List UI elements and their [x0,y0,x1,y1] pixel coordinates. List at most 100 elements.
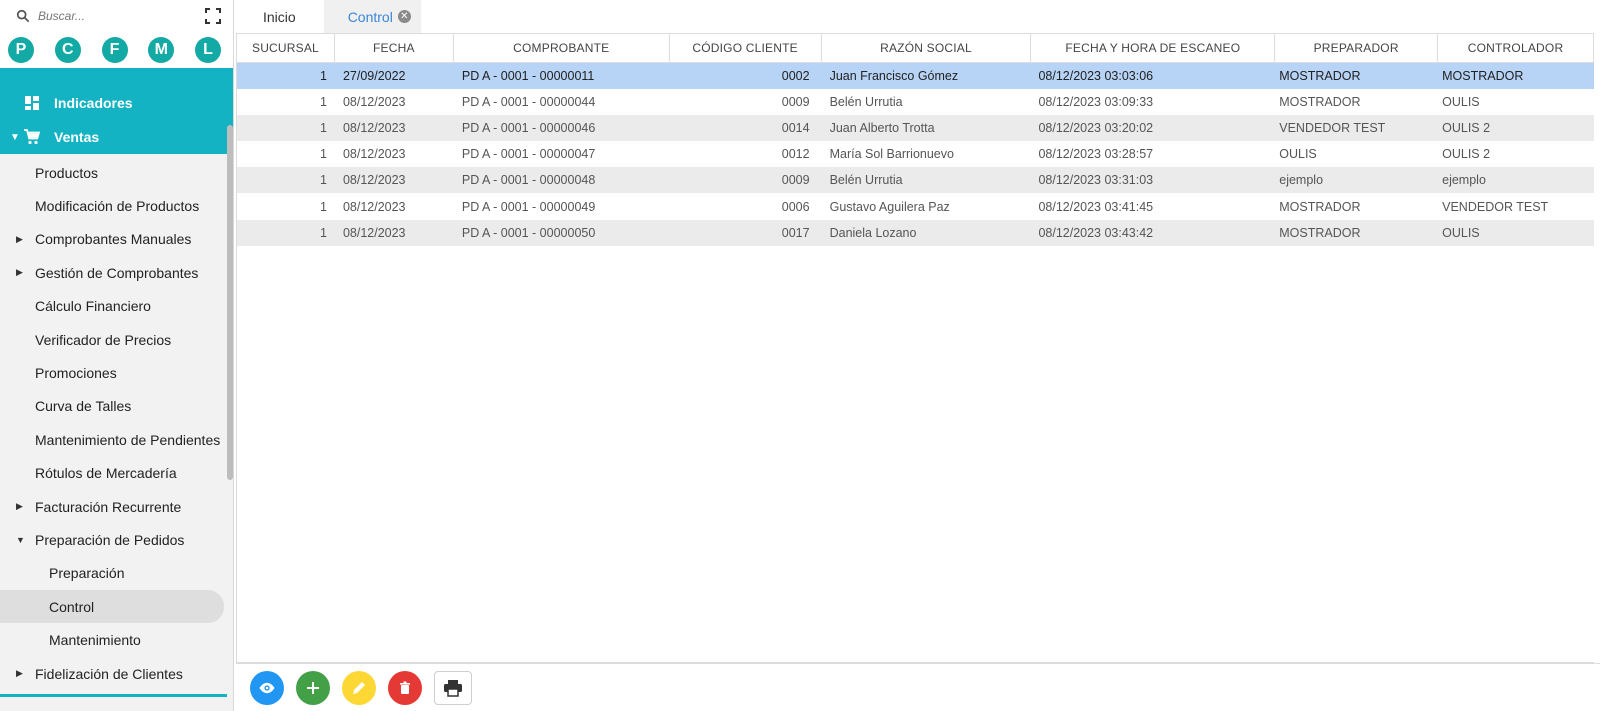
edit-button[interactable] [342,670,376,705]
tab-control[interactable]: Control ✕ [323,0,421,33]
table-row[interactable]: 1 08/12/2023 PD A - 0001 - 00000044 0009… [237,89,1594,116]
table-row[interactable]: 1 08/12/2023 PD A - 0001 - 00000050 0017… [237,219,1594,246]
column-header-preparador[interactable]: PREPARADOR [1275,34,1439,62]
cell-comprobante: PD A - 0001 - 00000049 [461,199,596,214]
sidebar-item-comprobantes-manuales[interactable]: ▶ Comprobantes Manuales [0,223,233,256]
dashboard-icon [25,96,39,110]
sidebar-item-label: Verificador de Precios [35,331,172,348]
cell-controlador: OULIS [1442,225,1480,240]
cell-codigo-cliente: 0012 [781,147,810,162]
cell-fecha: 08/12/2023 [342,95,406,110]
sidebar-item-calculo-financiero[interactable]: Cálculo Financiero [0,290,233,323]
sidebar-item-label: Ventas [54,129,100,145]
search-input[interactable] [38,9,188,23]
sidebar-item-label: Gestión de Comprobantes [35,264,199,281]
sidebar-item-mantenimiento[interactable]: Mantenimiento [0,623,233,656]
cell-comprobante: PD A - 0001 - 00000046 [461,121,596,136]
sidebar-item-preparacion[interactable]: Preparación [0,557,233,590]
sidebar-item-promociones[interactable]: Promociones [0,356,233,389]
avatar-p[interactable]: P [8,37,34,63]
sidebar-item-mantenimiento-pendientes[interactable]: Mantenimiento de Pendientes [0,423,233,456]
cell-preparador: OULIS [1279,147,1317,162]
cell-fecha-hora-escaneo: 08/12/2023 03:31:03 [1038,173,1154,188]
sidebar-main-section: Indicadores ▼ Ventas [0,68,233,154]
column-header-razon-social[interactable]: RAZÓN SOCIAL [822,34,1032,62]
sidebar-item-label: Indicadores [54,95,133,111]
cart-icon [24,129,40,145]
sidebar-item-label: Fidelización de Clientes [35,665,183,682]
print-button[interactable] [434,670,472,705]
avatar-f[interactable]: F [101,37,128,63]
view-button[interactable] [250,670,284,705]
sidebar-item-label: Rótulos de Mercadería [35,465,177,482]
eye-icon [259,682,275,693]
sidebar-item-rotulos-mercaderia[interactable]: Rótulos de Mercadería [0,457,233,490]
delete-button[interactable] [388,670,422,705]
avatar-m[interactable]: M [148,37,175,63]
sidebar-menu: Productos Modificación de Productos ▶ Com… [0,154,233,690]
column-header-codigo-cliente[interactable]: CÓDIGO CLIENTE [670,34,822,62]
column-header-fecha-hora-escaneo[interactable]: FECHA Y HORA DE ESCANEO [1031,34,1276,62]
tab-bar: Inicio Control ✕ [235,0,421,33]
tab-label: Inicio [263,8,296,25]
sidebar-accent-line [0,694,227,697]
chevron-right-icon: ▶ [16,501,23,512]
cell-controlador: OULIS 2 [1442,147,1491,162]
table-row[interactable]: 1 08/12/2023 PD A - 0001 - 00000048 0009… [237,167,1594,194]
sidebar-item-label: Control [49,598,95,615]
chevron-down-icon: ▼ [10,131,20,143]
chevron-right-icon: ▶ [16,668,23,679]
cell-preparador: MOSTRADOR [1279,225,1361,240]
sidebar-item-label: Productos [35,164,99,181]
cell-fecha: 08/12/2023 [342,225,406,240]
sidebar-item-label: Mantenimiento [49,632,141,649]
cell-controlador: OULIS [1442,95,1480,110]
sidebar-item-facturacion-recurrente[interactable]: ▶ Facturación Recurrente [0,490,233,523]
sidebar-item-label: Cálculo Financiero [35,298,151,315]
sidebar-scrollbar[interactable] [227,125,233,480]
cell-codigo-cliente: 0009 [781,173,810,188]
column-header-comprobante[interactable]: COMPROBANTE [454,34,670,62]
cell-razon-social: Daniela Lozano [829,225,917,240]
sidebar-item-fidelizacion-clientes[interactable]: ▶ Fidelización de Clientes [0,657,233,690]
cell-fecha-hora-escaneo: 08/12/2023 03:41:45 [1038,199,1154,214]
sidebar-item-label: Promociones [35,365,117,382]
cell-fecha-hora-escaneo: 08/12/2023 03:03:06 [1038,69,1154,84]
avatar-c[interactable]: C [54,37,81,63]
sidebar-item-label: Curva de Talles [35,398,132,415]
sidebar-item-productos[interactable]: Productos [0,156,233,189]
cell-comprobante: PD A - 0001 - 00000048 [461,173,596,188]
avatar-l[interactable]: L [195,37,221,63]
sidebar-item-modificacion-productos[interactable]: Modificación de Productos [0,189,233,222]
table-row[interactable]: 1 08/12/2023 PD A - 0001 - 00000046 0014… [237,115,1594,142]
cell-sucursal: 1 [319,121,327,136]
cell-fecha: 08/12/2023 [342,147,406,162]
sidebar-spacer [0,68,233,86]
sidebar-item-verificador-precios[interactable]: Verificador de Precios [0,323,233,356]
cell-preparador: MOSTRADOR [1279,69,1361,84]
table-row[interactable]: 1 08/12/2023 PD A - 0001 - 00000049 0006… [237,193,1594,220]
plus-icon [307,681,319,694]
add-button[interactable] [296,670,330,705]
close-icon[interactable]: ✕ [397,10,411,23]
sidebar-item-preparacion-pedidos[interactable]: ▼ Preparación de Pedidos [0,523,233,556]
column-header-sucursal[interactable]: SUCURSAL [237,34,335,62]
tab-label: Control [347,8,393,25]
column-header-fecha[interactable]: FECHA [335,34,454,62]
trash-icon [400,681,410,694]
sidebar-item-indicadores[interactable]: Indicadores [0,86,233,120]
table-row[interactable]: 1 27/09/2022 PD A - 0001 - 00000011 0002… [237,63,1594,90]
tab-inicio[interactable]: Inicio [235,0,324,33]
cell-fecha-hora-escaneo: 08/12/2023 03:20:02 [1038,121,1154,136]
sidebar-item-curva-talles[interactable]: Curva de Talles [0,390,233,423]
table-row[interactable]: 1 08/12/2023 PD A - 0001 - 00000047 0012… [237,141,1594,168]
fullscreen-icon[interactable] [205,8,221,24]
sidebar-item-ventas[interactable]: ▼ Ventas [0,120,233,154]
sidebar-item-label: Facturación Recurrente [35,498,182,515]
cell-codigo-cliente: 0009 [781,95,810,110]
cell-razon-social: María Sol Barrionuevo [829,147,954,162]
column-header-controlador[interactable]: CONTROLADOR [1438,34,1594,62]
sidebar-item-gestion-comprobantes[interactable]: ▶ Gestión de Comprobantes [0,256,233,289]
cell-fecha: 27/09/2022 [342,69,406,84]
sidebar-item-control[interactable]: Control [0,590,224,624]
